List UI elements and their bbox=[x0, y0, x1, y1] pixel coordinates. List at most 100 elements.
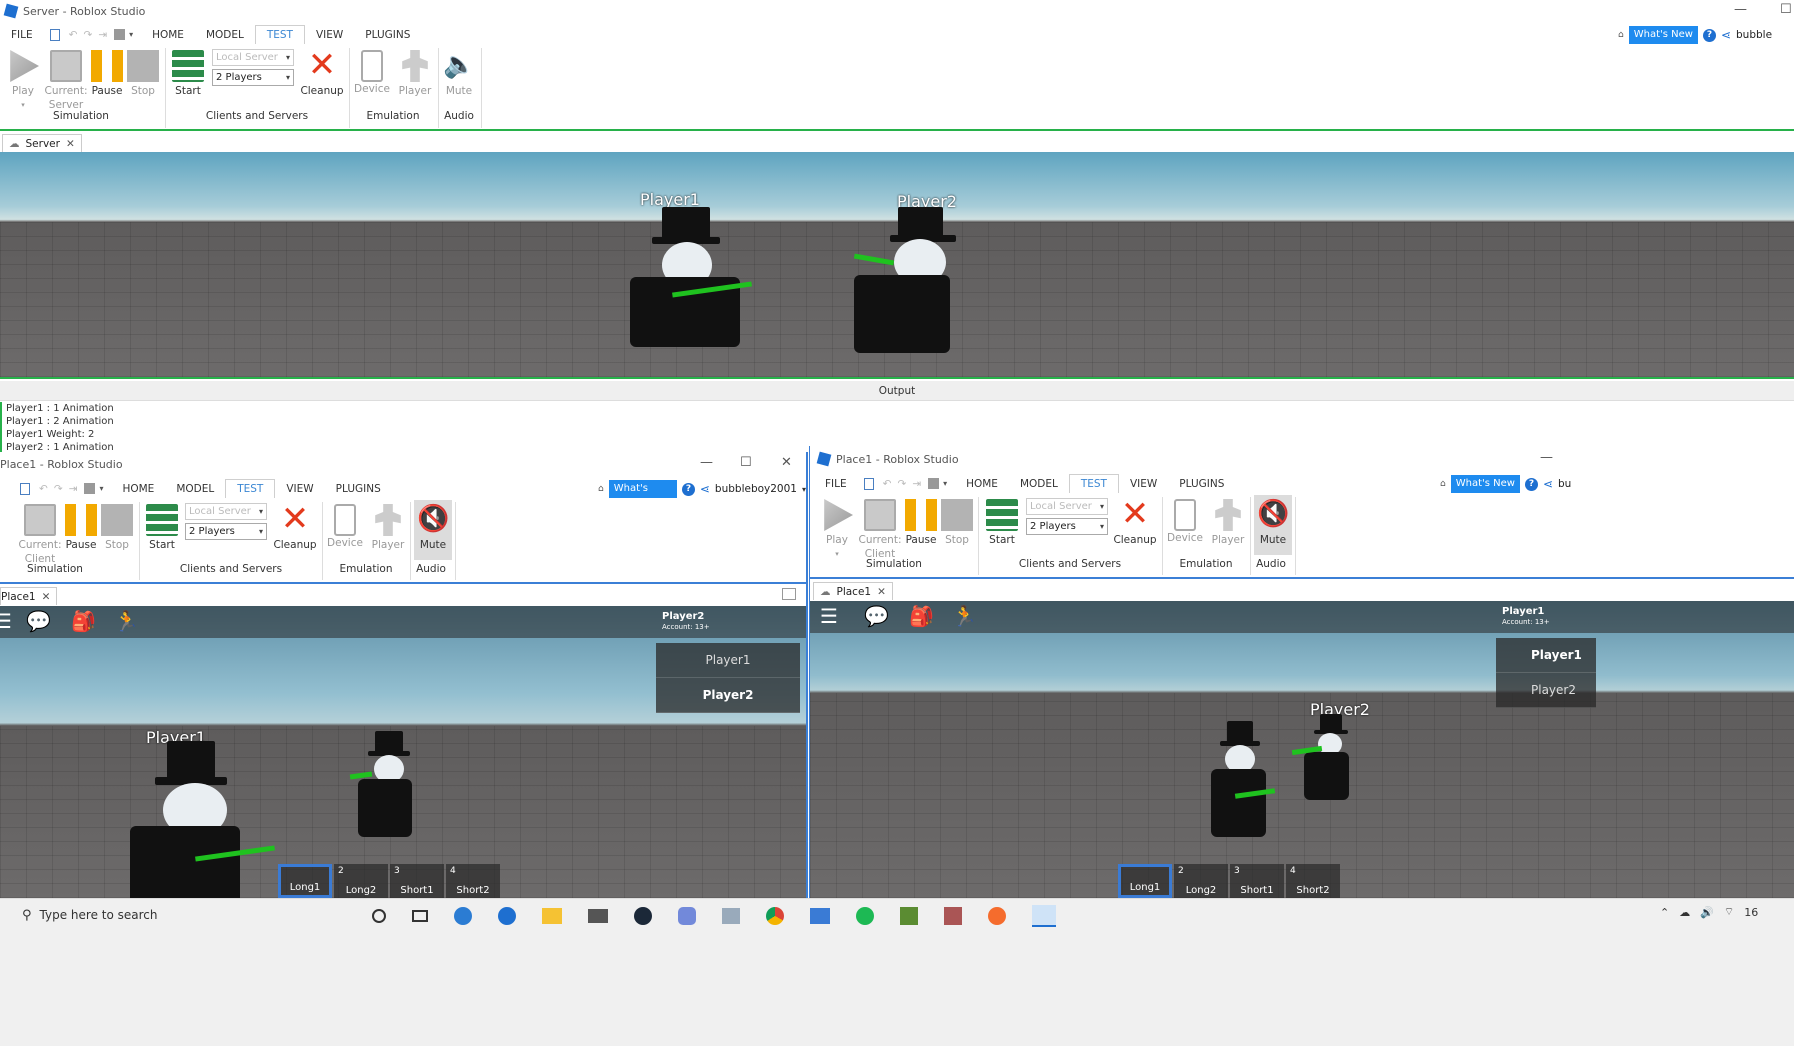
quick-access-dropdown-icon[interactable]: ▾ bbox=[129, 30, 133, 39]
stop-small-icon[interactable] bbox=[928, 478, 940, 489]
stop-button[interactable]: Stop bbox=[101, 504, 133, 552]
player1-character[interactable] bbox=[125, 741, 275, 898]
undo-icon[interactable]: ↶ bbox=[883, 478, 892, 490]
players-count-select[interactable]: 2 Players ▾ bbox=[185, 523, 267, 540]
tab-file[interactable]: FILE bbox=[814, 474, 858, 493]
tab-test[interactable]: TEST bbox=[254, 25, 305, 44]
step-icon[interactable]: ⇥ bbox=[69, 483, 78, 495]
taskbar-search-box[interactable]: ⚲ Type here to search bbox=[12, 903, 352, 927]
hotbar-slot[interactable]: 2 Long2 bbox=[1174, 864, 1228, 898]
share-icon[interactable]: ⋖ bbox=[1721, 28, 1731, 42]
discord-icon[interactable] bbox=[678, 907, 696, 925]
menu-hamburger-icon[interactable]: ☰ bbox=[0, 609, 12, 633]
undo-icon[interactable]: ↶ bbox=[39, 483, 48, 495]
books-icon[interactable] bbox=[944, 907, 962, 925]
start-button[interactable]: Start bbox=[172, 50, 204, 98]
play-button[interactable]: Play ▾ bbox=[6, 50, 40, 112]
spotify-icon[interactable] bbox=[856, 907, 874, 925]
clock[interactable]: 16 bbox=[1744, 906, 1758, 919]
tab-plugins[interactable]: PLUGINS bbox=[1168, 474, 1235, 493]
close-tab-icon[interactable]: ✕ bbox=[42, 591, 51, 603]
menu-hamburger-icon[interactable]: ☰ bbox=[820, 604, 838, 628]
close-tab-icon[interactable]: ✕ bbox=[66, 138, 75, 150]
mute-button[interactable]: 🔇 Mute bbox=[414, 500, 452, 560]
whats-new-button[interactable]: What's New bbox=[1628, 26, 1698, 44]
player-emulator-button[interactable]: Player bbox=[1211, 499, 1245, 547]
player-list-entry[interactable]: Player1 bbox=[656, 643, 800, 678]
username[interactable]: bubbleboy2001 bbox=[715, 483, 797, 495]
tab-model[interactable]: MODEL bbox=[165, 479, 225, 498]
hotbar-slot[interactable]: 3 Short1 bbox=[1230, 864, 1284, 898]
players-count-select[interactable]: 2 Players ▾ bbox=[1026, 518, 1108, 535]
hotbar-slot[interactable]: 2 Long2 bbox=[334, 864, 388, 898]
hotbar-slot[interactable]: 3 Short1 bbox=[390, 864, 444, 898]
stop-button[interactable]: Stop bbox=[941, 499, 973, 547]
app-icon[interactable] bbox=[498, 907, 516, 925]
volume-icon[interactable]: 🔊 bbox=[1700, 906, 1714, 919]
hotbar-slot[interactable]: Long1 bbox=[278, 864, 332, 898]
new-file-icon[interactable] bbox=[20, 482, 30, 495]
onedrive-icon[interactable]: ☁ bbox=[1679, 906, 1690, 919]
cleanup-button[interactable]: ✕ Cleanup bbox=[300, 48, 343, 98]
left-game-viewport[interactable]: ☰ 💬 🎒 🏃 Player2 Account: 13+ Player1 Pla… bbox=[0, 606, 806, 898]
player-list-entry[interactable]: Player2 bbox=[656, 678, 800, 713]
photos-icon[interactable] bbox=[722, 908, 740, 924]
minimize-button[interactable]: — bbox=[700, 455, 713, 470]
close-tab-icon[interactable]: ✕ bbox=[877, 586, 886, 598]
restore-panel-icon[interactable] bbox=[782, 588, 796, 600]
tab-home[interactable]: HOME bbox=[111, 479, 165, 498]
folder-icon[interactable] bbox=[810, 908, 830, 924]
maximize-button[interactable]: ☐ bbox=[740, 455, 752, 470]
redo-icon[interactable]: ↷ bbox=[83, 29, 92, 41]
hotbar-slot[interactable]: Long1 bbox=[1118, 864, 1172, 898]
redo-icon[interactable]: ↷ bbox=[54, 483, 63, 495]
tab-view[interactable]: VIEW bbox=[1119, 474, 1168, 493]
tab-plugins[interactable]: PLUGINS bbox=[354, 25, 421, 44]
player2-character[interactable] bbox=[1291, 714, 1358, 804]
emote-icon[interactable]: 🏃 bbox=[952, 604, 977, 628]
mail-icon[interactable] bbox=[588, 909, 608, 923]
tab-file[interactable]: FILE bbox=[0, 25, 44, 44]
task-view-icon[interactable] bbox=[412, 910, 428, 922]
mute-button[interactable]: 🔇 Mute bbox=[1254, 495, 1292, 555]
share-icon[interactable]: ⋖ bbox=[700, 482, 710, 496]
chat-icon[interactable]: 💬 bbox=[864, 604, 889, 628]
pause-button[interactable]: Pause bbox=[65, 504, 97, 552]
undo-icon[interactable]: ↶ bbox=[69, 29, 78, 41]
pause-button[interactable]: Pause bbox=[905, 499, 937, 547]
players-count-select[interactable]: 2 Players ▾ bbox=[212, 69, 294, 86]
minimize-button[interactable]: — bbox=[1540, 450, 1553, 465]
start-button[interactable]: Start bbox=[986, 499, 1018, 547]
cleanup-button[interactable]: ✕ Cleanup bbox=[273, 502, 316, 552]
device-button[interactable]: Device bbox=[354, 50, 390, 96]
tab-view[interactable]: VIEW bbox=[275, 479, 324, 498]
roblox-studio-taskbar-icon[interactable] bbox=[1032, 905, 1056, 927]
user-dropdown-icon[interactable]: ▾ bbox=[802, 485, 806, 494]
steam-icon[interactable] bbox=[634, 907, 652, 925]
quick-access-dropdown-icon[interactable]: ▾ bbox=[99, 484, 103, 493]
close-button[interactable]: ✕ bbox=[781, 455, 792, 470]
chrome-icon[interactable] bbox=[766, 907, 784, 925]
device-button[interactable]: Device bbox=[327, 504, 363, 550]
tab-home[interactable]: HOME bbox=[141, 25, 195, 44]
minimize-button[interactable]: — bbox=[1734, 2, 1747, 17]
player2-character[interactable] bbox=[349, 731, 420, 841]
tab-plugins[interactable]: PLUGINS bbox=[325, 479, 392, 498]
collapse-ribbon-icon[interactable]: ⌂ bbox=[598, 484, 604, 494]
player-list-entry[interactable]: Player1 bbox=[1496, 638, 1596, 673]
new-file-icon[interactable] bbox=[863, 477, 874, 490]
player-emulator-button[interactable]: Player bbox=[371, 504, 405, 552]
play-button[interactable]: Play ▾ bbox=[820, 499, 854, 561]
stop-small-icon[interactable] bbox=[84, 483, 96, 494]
hotbar-slot[interactable]: 4 Short2 bbox=[446, 864, 500, 898]
maximize-button[interactable]: ☐ bbox=[1780, 2, 1792, 17]
pause-button[interactable]: Pause bbox=[91, 50, 123, 98]
current-client-button[interactable]: Current: Client bbox=[19, 504, 62, 566]
right-doc-tab[interactable]: ☁ Place1 ✕ bbox=[813, 582, 893, 600]
cleanup-button[interactable]: ✕ Cleanup bbox=[1113, 497, 1156, 547]
step-icon[interactable]: ⇥ bbox=[912, 478, 921, 490]
whats-new-button[interactable]: What's New bbox=[608, 480, 678, 512]
stop-button[interactable]: Stop bbox=[127, 50, 159, 98]
player2-character[interactable] bbox=[850, 207, 960, 357]
collapse-ribbon-icon[interactable]: ⌂ bbox=[1618, 30, 1624, 40]
